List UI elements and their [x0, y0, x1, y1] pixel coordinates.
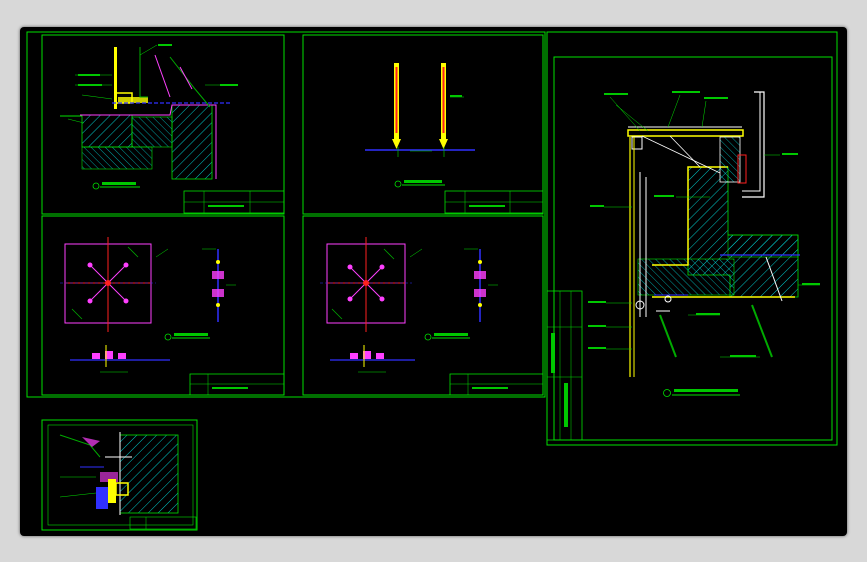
drawing-svg — [26, 31, 838, 531]
sheet-4-spider-elevation[interactable] — [302, 215, 544, 396]
sheet-2-mullion-detail[interactable] — [302, 34, 544, 215]
sheet-6-canopy-section[interactable] — [546, 56, 833, 441]
cad-drawing-canvas[interactable] — [20, 27, 847, 536]
sheet-5-corner-detail[interactable] — [41, 419, 198, 531]
sheet-3-spider-elevation[interactable] — [41, 215, 285, 396]
sheet-1-edge-detail[interactable] — [41, 34, 285, 215]
